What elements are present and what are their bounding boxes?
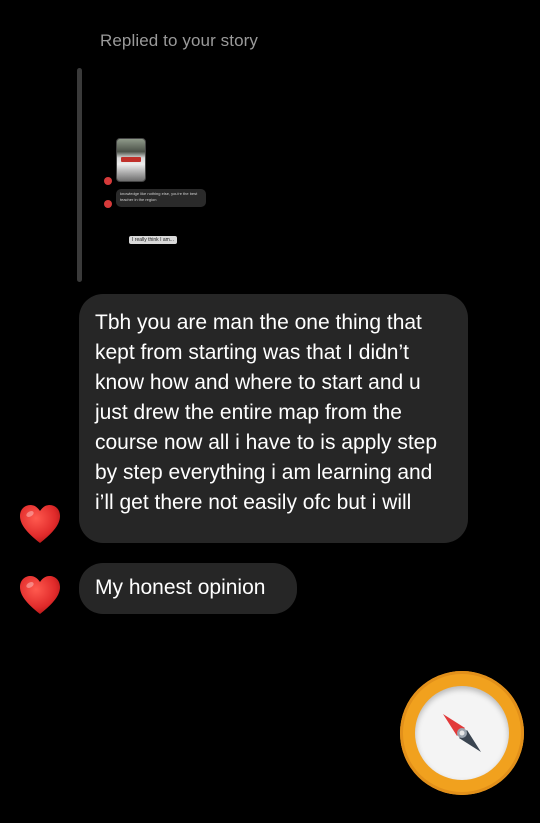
story-reply-sticker: I really think I am... bbox=[129, 236, 177, 244]
story-phone-image bbox=[116, 138, 146, 182]
message-bubble[interactable]: Tbh you are man the one thing that kept … bbox=[79, 294, 468, 543]
compass-button[interactable] bbox=[400, 671, 524, 795]
compass-icon bbox=[415, 686, 509, 780]
red-heart-icon[interactable] bbox=[18, 574, 62, 618]
story-phone-banner bbox=[121, 157, 141, 162]
message-bubble[interactable]: My honest opinion bbox=[79, 563, 297, 614]
replied-to-story-label: Replied to your story bbox=[100, 31, 259, 50]
story-comment-bubble: knowledge like nothing else, you're the … bbox=[116, 189, 206, 207]
red-heart-icon[interactable] bbox=[18, 503, 62, 547]
story-heart-icon bbox=[104, 177, 112, 185]
story-preview-thumbnail[interactable]: knowledge like nothing else, you're the … bbox=[102, 134, 212, 254]
story-heart-icon bbox=[104, 200, 112, 208]
story-quote-bar bbox=[77, 68, 82, 282]
